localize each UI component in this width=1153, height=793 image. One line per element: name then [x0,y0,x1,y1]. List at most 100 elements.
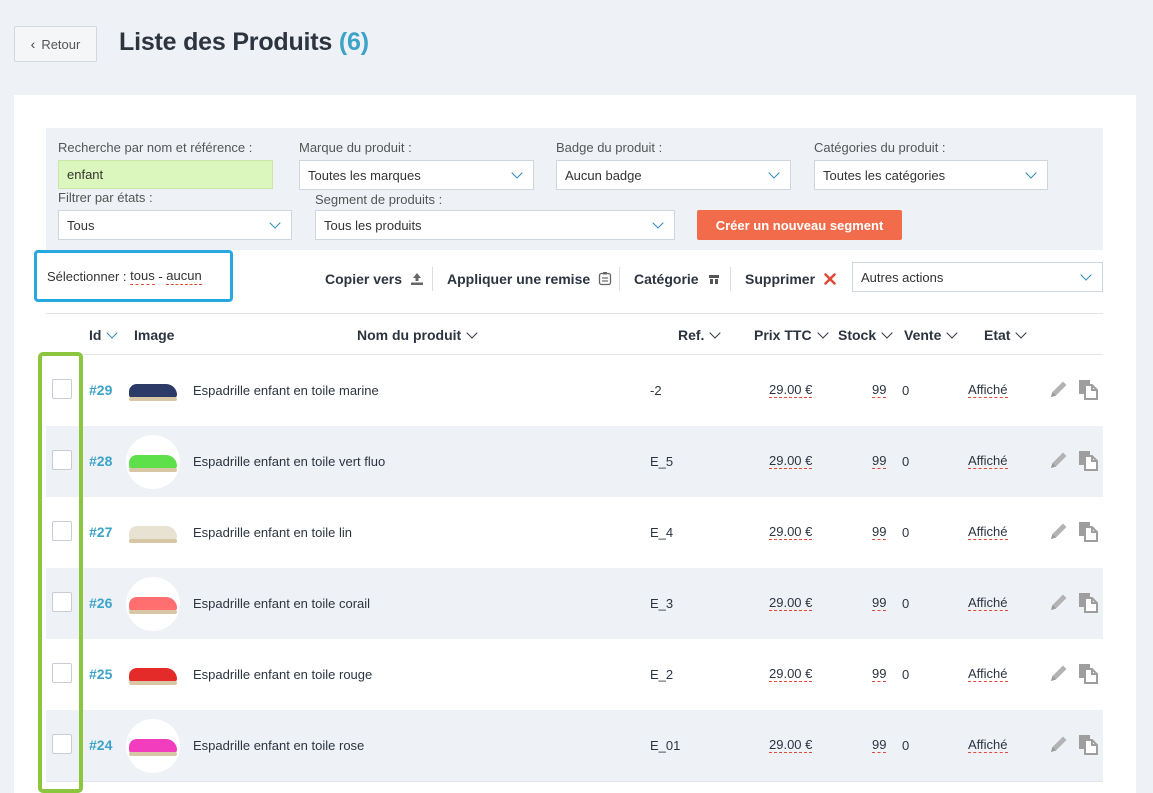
row-checkbox[interactable] [52,734,72,754]
product-state[interactable]: Affiché [968,737,1008,753]
filters-box: Recherche par nom et référence : enfant … [46,128,1103,250]
duplicate-icon[interactable] [1077,662,1099,684]
product-stock[interactable]: 99 [872,737,887,753]
copy-to-action[interactable]: Copier vers [325,271,424,287]
product-stock[interactable]: 99 [872,666,887,682]
row-checkbox[interactable] [52,379,72,399]
product-state[interactable]: Affiché [968,524,1008,540]
product-ref: -2 [650,383,662,398]
product-state[interactable]: Affiché [968,595,1008,611]
action-divider [619,267,620,291]
duplicate-icon[interactable] [1077,378,1099,400]
shoe-icon [129,668,177,685]
product-price[interactable]: 29.00 € [769,737,813,753]
back-button[interactable]: ‹ Retour [14,26,97,62]
product-state[interactable]: Affiché [968,382,1008,398]
table-row: #28 Espadrille enfant en toile vert fluo… [46,426,1103,497]
brand-select[interactable]: Toutes les marques [299,160,534,190]
category-select[interactable]: Toutes les catégories [814,160,1048,190]
shoe-icon [129,455,177,472]
table-row: #29 Espadrille enfant en toile marine -2… [46,355,1103,426]
action-divider [432,267,433,291]
row-checkbox[interactable] [52,592,72,612]
select-all-link[interactable]: tous [130,268,155,285]
chevron-down-icon [768,167,780,179]
product-image [126,648,180,702]
product-id[interactable]: #26 [89,595,112,611]
chevron-down-icon [269,217,281,229]
product-id[interactable]: #25 [89,666,112,682]
shoe-icon [129,739,177,756]
pencil-icon[interactable] [1048,520,1070,542]
product-stock[interactable]: 99 [872,524,887,540]
duplicate-icon[interactable] [1077,591,1099,613]
row-checkbox[interactable] [52,521,72,541]
column-header-price-label: Prix TTC [754,327,812,343]
pencil-icon[interactable] [1048,378,1070,400]
category-action[interactable]: Catégorie [634,271,721,287]
product-name: Espadrille enfant en toile rouge [193,667,373,682]
product-price[interactable]: 29.00 € [769,453,813,469]
row-checkbox[interactable] [52,450,72,470]
product-id[interactable]: #28 [89,453,112,469]
column-header-ref[interactable]: Ref. [678,326,722,343]
shoe-icon [129,526,177,543]
row-checkbox[interactable] [52,663,72,683]
product-image [126,435,180,489]
other-actions-select[interactable]: Autres actions [852,262,1103,292]
apply-discount-action[interactable]: Appliquer une remise [447,271,612,287]
divider [46,313,1103,314]
product-stock[interactable]: 99 [872,453,887,469]
column-header-name-label: Nom du produit [357,327,462,343]
select-none-link[interactable]: aucun [166,268,202,285]
brand-label: Marque du produit : [299,140,412,155]
duplicate-icon[interactable] [1077,733,1099,755]
create-segment-button[interactable]: Créer un nouveau segment [697,210,902,240]
product-price[interactable]: 29.00 € [769,524,813,540]
product-id[interactable]: #29 [89,382,112,398]
duplicate-icon[interactable] [1077,449,1099,471]
page-title-text: Liste des Produits [119,28,333,56]
segment-select[interactable]: Tous les produits [315,210,675,240]
product-ref: E_01 [650,738,681,753]
product-stock[interactable]: 99 [872,382,887,398]
product-id[interactable]: #24 [89,737,112,753]
pencil-icon[interactable] [1048,662,1070,684]
product-price[interactable]: 29.00 € [769,666,813,682]
state-select[interactable]: Tous [58,210,292,240]
chevron-down-icon [106,326,119,339]
delete-action[interactable]: Supprimer [745,271,837,287]
column-header-state[interactable]: Etat [984,326,1028,343]
column-header-stock[interactable]: Stock [838,326,894,343]
search-input[interactable]: enfant [58,160,273,189]
table-row: #24 Espadrille enfant en toile rose E_01… [46,710,1103,781]
table-row: #26 Espadrille enfant en toile corail E_… [46,568,1103,639]
product-state[interactable]: Affiché [968,666,1008,682]
category-label: Catégories du produit : [814,140,946,155]
column-header-id[interactable]: Id [89,326,119,343]
badge-select[interactable]: Aucun badge [556,160,791,190]
product-price[interactable]: 29.00 € [769,382,813,398]
chevron-left-icon: ‹ [30,36,36,52]
product-image [126,577,180,631]
column-header-price[interactable]: Prix TTC [754,326,830,343]
product-stock[interactable]: 99 [872,595,887,611]
product-sales: 0 [902,454,910,469]
column-header-name[interactable]: Nom du produit [357,326,479,343]
pencil-icon[interactable] [1048,733,1070,755]
product-ref: E_3 [650,596,674,611]
pencil-icon[interactable] [1048,591,1070,613]
column-header-stock-label: Stock [838,327,877,343]
search-label: Recherche par nom et référence : [58,140,253,155]
product-state[interactable]: Affiché [968,453,1008,469]
duplicate-icon[interactable] [1077,520,1099,542]
other-actions-value: Autres actions [861,269,944,285]
product-id[interactable]: #27 [89,524,112,540]
product-image [126,719,180,773]
column-header-sale[interactable]: Vente [904,326,959,343]
product-name: Espadrille enfant en toile corail [193,596,371,611]
folder-icon [708,275,719,284]
segment-label: Segment de produits : [315,192,443,207]
pencil-icon[interactable] [1048,449,1070,471]
product-price[interactable]: 29.00 € [769,595,813,611]
